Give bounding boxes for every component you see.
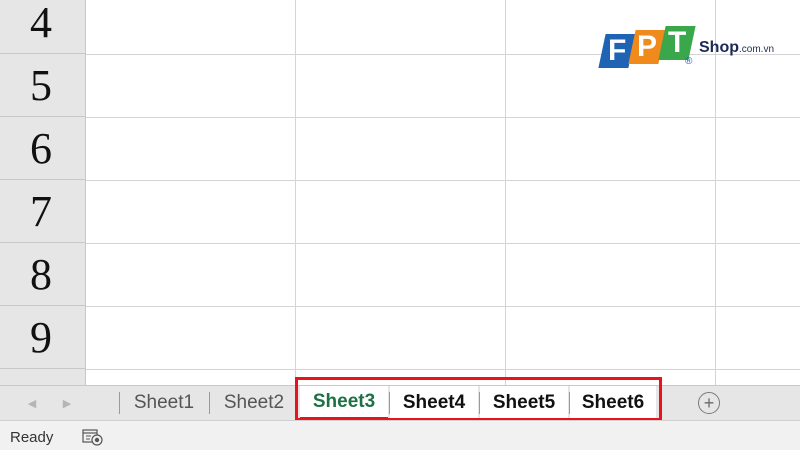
plus-circle-icon[interactable]: + bbox=[698, 392, 720, 414]
tab-sheet6[interactable]: Sheet6 bbox=[570, 386, 656, 420]
row-number: 7 bbox=[30, 187, 52, 236]
tab-sheet3[interactable]: Sheet3 bbox=[300, 386, 388, 420]
status-text: Ready bbox=[10, 429, 54, 446]
tab-label: Sheet3 bbox=[312, 390, 376, 412]
column-gridline bbox=[505, 0, 506, 385]
macro-recording-icon[interactable] bbox=[82, 428, 104, 446]
tab-label: Sheet1 bbox=[133, 392, 195, 413]
logo-registered-mark: ® bbox=[685, 56, 693, 67]
row-number: 8 bbox=[30, 250, 52, 299]
row-header-7[interactable]: 7 bbox=[0, 181, 86, 243]
sheet-tab-bar: ◀ ▶ Sheet1 Sheet2 Sheet3 Sheet4 Sheet5 S… bbox=[0, 385, 800, 420]
row-number: 6 bbox=[30, 124, 52, 173]
row-header-8[interactable]: 8 bbox=[0, 244, 86, 306]
tab-sheet2[interactable]: Sheet2 bbox=[210, 386, 298, 420]
row-gridline bbox=[86, 369, 800, 370]
tab-sheet1[interactable]: Sheet1 bbox=[120, 386, 208, 420]
row-header-9[interactable]: 9 bbox=[0, 307, 86, 369]
row-gridline bbox=[86, 180, 800, 181]
row-number: 9 bbox=[30, 313, 52, 362]
row-header-4[interactable]: 4 bbox=[0, 0, 86, 54]
row-gridline bbox=[86, 243, 800, 244]
tab-sheet5[interactable]: Sheet5 bbox=[480, 386, 568, 420]
row-gridline bbox=[86, 306, 800, 307]
logo-shop-text: Shop.com.vn bbox=[699, 39, 775, 56]
tab-label: Sheet4 bbox=[402, 392, 466, 413]
scroll-right-icon[interactable]: ▶ bbox=[60, 395, 74, 411]
row-header-5[interactable]: 5 bbox=[0, 55, 86, 117]
row-number: 5 bbox=[30, 61, 52, 110]
column-gridline bbox=[295, 0, 296, 385]
tab-label: Sheet6 bbox=[581, 392, 645, 413]
row-number: 4 bbox=[30, 0, 52, 47]
tab-sheet4[interactable]: Sheet4 bbox=[390, 386, 478, 420]
tab-label: Sheet2 bbox=[223, 392, 285, 413]
scroll-left-icon[interactable]: ◀ bbox=[25, 395, 39, 411]
tab-label: Sheet5 bbox=[492, 392, 556, 413]
row-gridline bbox=[86, 117, 800, 118]
status-bar: Ready bbox=[0, 420, 800, 450]
row-header-6[interactable]: 6 bbox=[0, 118, 86, 180]
row-headers: 4 5 6 7 8 9 bbox=[0, 0, 86, 385]
worksheet-grid[interactable]: 4 5 6 7 8 9 F P T ® Shop.com.vn bbox=[0, 0, 800, 385]
logo-letter-t: T bbox=[658, 26, 696, 60]
fpt-shop-logo: F P T ® Shop.com.vn bbox=[598, 26, 798, 78]
